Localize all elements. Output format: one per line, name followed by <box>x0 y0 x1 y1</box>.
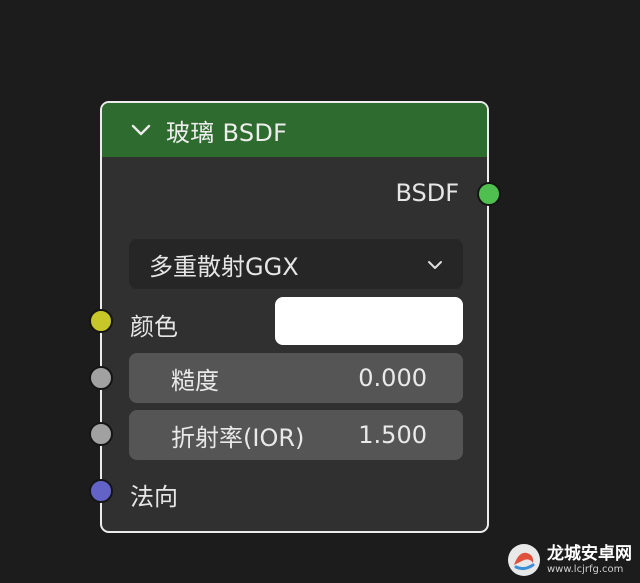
input-socket-roughness[interactable] <box>89 366 113 390</box>
watermark: 龙城安卓网 www.lcjrfg.com <box>507 543 632 577</box>
distribution-value: 多重散射GGX <box>149 252 299 281</box>
color-swatch[interactable] <box>275 297 463 345</box>
glass-bsdf-node[interactable]: 玻璃 BSDF BSDF 多重散射GGX 颜色 糙度 0.000 折射率(IOR… <box>100 101 489 533</box>
roughness-field[interactable]: 糙度 0.000 <box>129 353 463 403</box>
roughness-label: 糙度 <box>171 366 219 395</box>
chevron-down-icon[interactable] <box>130 119 152 141</box>
watermark-logo-icon <box>508 544 540 576</box>
watermark-url: www.lcjrfg.com <box>547 563 624 575</box>
color-input-label: 颜色 <box>130 313 178 341</box>
output-socket-bsdf[interactable] <box>477 182 501 206</box>
input-socket-ior[interactable] <box>89 422 113 446</box>
normal-input-label: 法向 <box>130 483 178 511</box>
ior-label: 折射率(IOR) <box>171 423 305 452</box>
distribution-dropdown[interactable]: 多重散射GGX <box>129 239 463 289</box>
watermark-title: 龙城安卓网 <box>547 543 632 564</box>
chevron-down-icon <box>427 255 443 274</box>
ior-value: 1.500 <box>358 421 427 449</box>
node-header[interactable]: 玻璃 BSDF <box>102 103 487 157</box>
node-title: 玻璃 BSDF <box>166 118 288 147</box>
input-socket-normal[interactable] <box>89 479 113 503</box>
output-bsdf-label: BSDF <box>395 179 459 207</box>
node-editor-canvas[interactable]: 玻璃 BSDF BSDF 多重散射GGX 颜色 糙度 0.000 折射率(IOR… <box>0 0 640 583</box>
ior-field[interactable]: 折射率(IOR) 1.500 <box>129 410 463 460</box>
roughness-value: 0.000 <box>358 364 427 392</box>
input-socket-color[interactable] <box>89 309 113 333</box>
